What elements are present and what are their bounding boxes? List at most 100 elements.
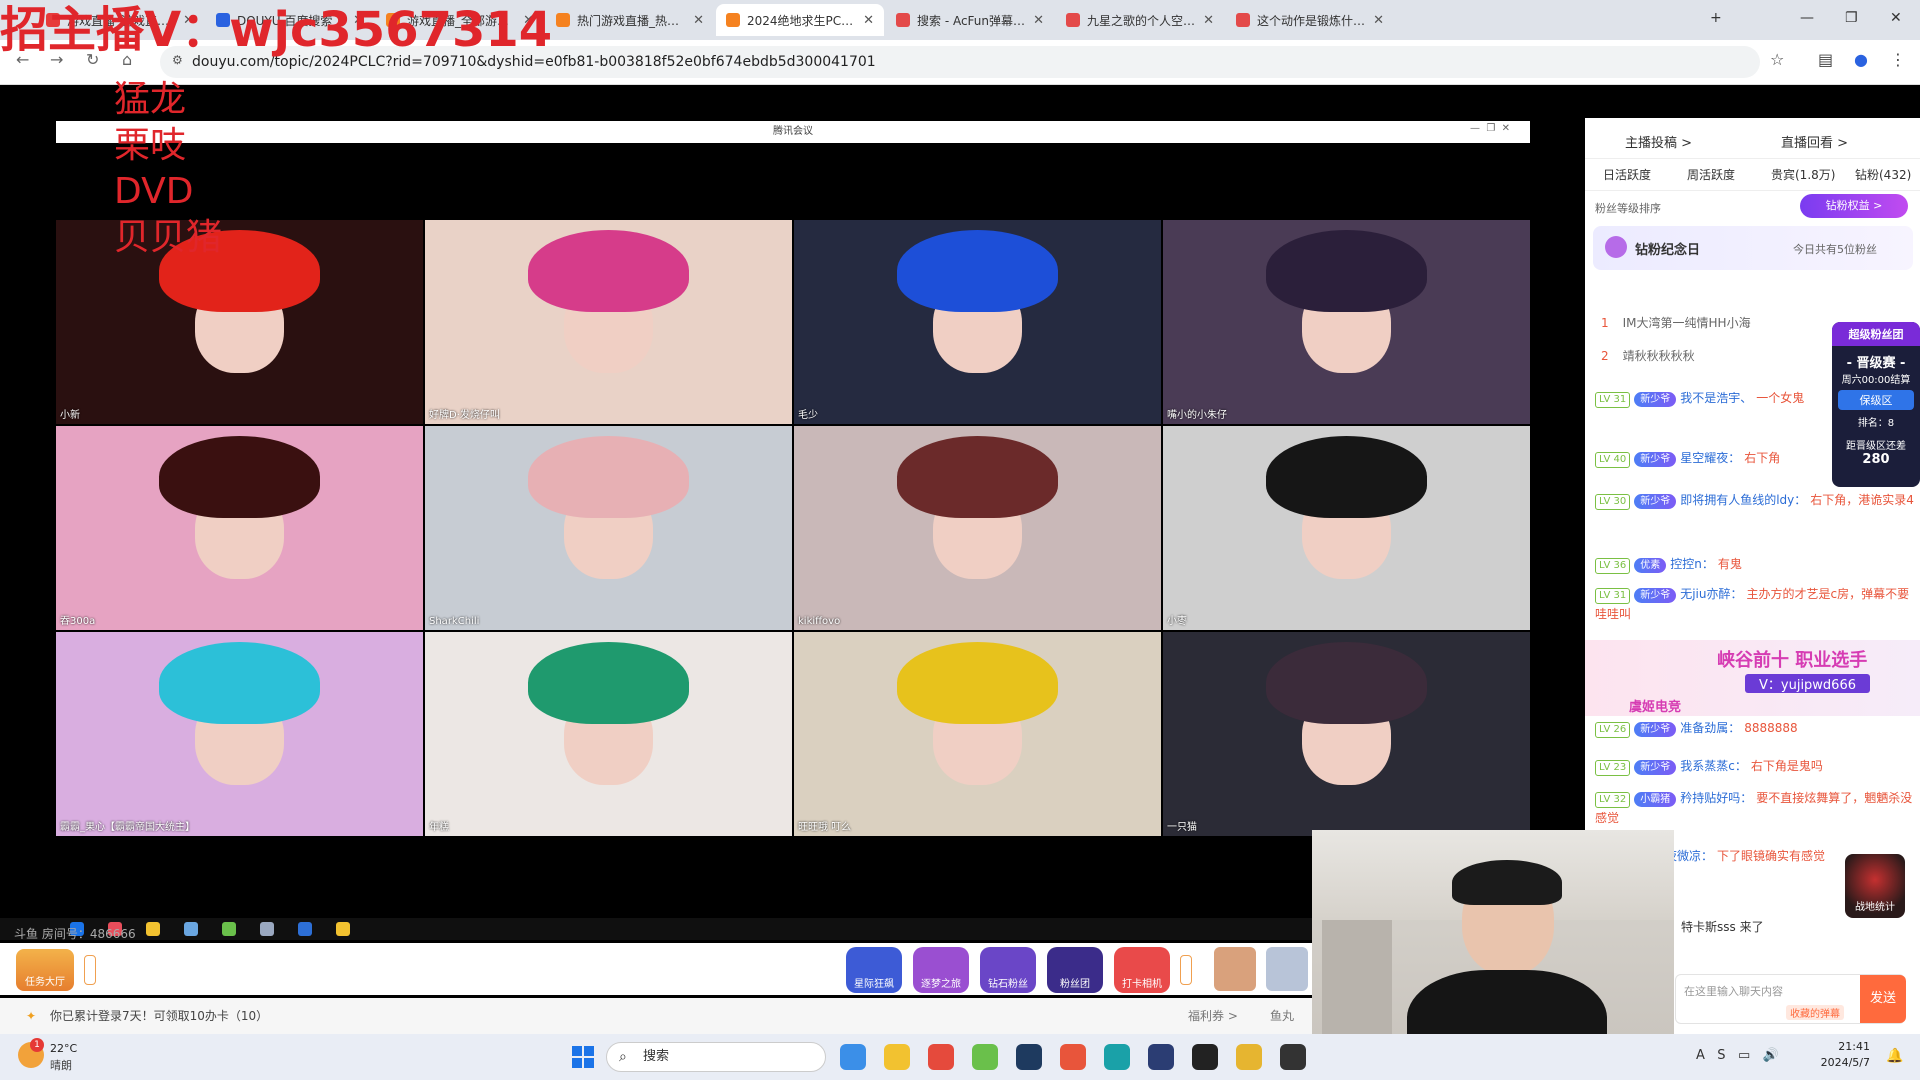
minimize-button[interactable]: —: [1800, 10, 1814, 26]
clock-date[interactable]: 2024/5/7: [1820, 1056, 1870, 1069]
tab-favicon-icon: [1066, 13, 1080, 27]
fan-badge[interactable]: 新少爷: [1634, 494, 1677, 509]
ranking-tab[interactable]: 钻粉(432): [1855, 166, 1911, 183]
arrival-message: 特卡斯sss 来了: [1681, 920, 1764, 934]
rank-card-gap: 280: [1862, 452, 1890, 467]
fan-avatar[interactable]: [1266, 947, 1308, 991]
ranking-tab[interactable]: 周活跃度: [1687, 166, 1735, 183]
taskbar-app-icon[interactable]: [972, 1044, 998, 1070]
welfare-link[interactable]: 福利券 >: [1188, 998, 1238, 1034]
overlay-name: 栗吱: [114, 125, 187, 166]
chat-username[interactable]: 即将拥有人鱼线的ldy：: [1680, 493, 1806, 507]
user-level-badge: LV 31: [1595, 392, 1631, 408]
diamond-rights-button[interactable]: 钻粉权益 >: [1800, 194, 1908, 218]
replay-link[interactable]: 直播回看 >: [1781, 132, 1848, 151]
browser-tab[interactable]: 热门游戏直播_热门游戏视... ✕: [546, 4, 714, 36]
fan-badge[interactable]: 小霸猪: [1634, 792, 1677, 807]
gift-label: 粉丝团: [1060, 979, 1090, 990]
chat-text: 右下角是鬼吗: [1750, 759, 1823, 773]
chat-username[interactable]: 我系蒸蒸c：: [1680, 759, 1747, 773]
chat-message: LV 23 新少爷 我系蒸蒸c： 右下角是鬼吗: [1595, 756, 1915, 776]
rank-row[interactable]: 2 靖秋秋秋秋秋: [1601, 347, 1695, 364]
windows-start-icon[interactable]: [572, 1046, 594, 1068]
clock-time[interactable]: 21:41: [1820, 1040, 1870, 1053]
restore-button[interactable]: ❐: [1845, 10, 1858, 26]
gift-button[interactable]: 逐梦之旅: [913, 947, 969, 993]
ranking-tab[interactable]: 日活跃度: [1603, 166, 1651, 183]
expand-handle[interactable]: [84, 955, 96, 985]
taskbar-app-icon[interactable]: [1236, 1044, 1262, 1070]
tab-title: 九星之歌的个人空间 -Ac...: [1087, 13, 1196, 28]
browser-tab[interactable]: 2024绝地求生PCL春季... ✕: [716, 4, 884, 36]
login-message: 你已累计登录7天！可领取10办卡（10）: [50, 1009, 269, 1023]
ranking-tab[interactable]: 贵宾(1.8万): [1771, 166, 1835, 183]
browser-tab[interactable]: 搜索 - AcFun弹幕视频网 ✕: [886, 4, 1054, 36]
meeting-window-controls[interactable]: — ❐ ✕: [1470, 123, 1510, 134]
stream-app-icon: [260, 922, 274, 936]
task-hall-button[interactable]: 任务大厅: [16, 949, 74, 991]
notification-bell-icon[interactable]: 🔔: [1886, 1048, 1903, 1064]
user-level-badge: LV 36: [1595, 558, 1631, 574]
new-tab-button[interactable]: +: [1710, 10, 1722, 26]
fan-avatar[interactable]: [1214, 947, 1256, 991]
battle-stats-button[interactable]: 战地统计: [1845, 854, 1905, 918]
chat-username[interactable]: 无jiu亦醉：: [1680, 587, 1742, 601]
overlay-name: 贝贝猪: [114, 217, 223, 258]
today-fan-count: 今日共有5位粉丝: [1793, 243, 1877, 256]
taskbar-app-icon[interactable]: [840, 1044, 866, 1070]
taskbar-app-icon[interactable]: [1016, 1044, 1042, 1070]
gift-expand-handle[interactable]: [1180, 955, 1192, 985]
browser-tab[interactable]: 这个动作是锻炼什么的? ✕: [1226, 4, 1394, 36]
chat-username[interactable]: 我不是浩宇、: [1680, 391, 1752, 405]
send-button[interactable]: 发送: [1860, 975, 1906, 1023]
chat-text: 下了眼镜确实有感觉: [1717, 849, 1826, 863]
taskbar-app-icon[interactable]: [1060, 1044, 1086, 1070]
fan-badge[interactable]: 新少爷: [1634, 760, 1677, 775]
taskbar-app-icon[interactable]: [928, 1044, 954, 1070]
tab-close-icon[interactable]: ✕: [1033, 13, 1044, 28]
chat-username[interactable]: 控控n：: [1670, 557, 1714, 571]
tray-icons[interactable]: A S ▭ 🔊: [1696, 1048, 1779, 1063]
taskbar-app-icon[interactable]: [1280, 1044, 1306, 1070]
close-window-button[interactable]: ✕: [1890, 10, 1902, 26]
tab-close-icon[interactable]: ✕: [1373, 13, 1384, 28]
saved-barrage-button[interactable]: 收藏的弹幕: [1786, 1005, 1844, 1020]
fan-badge[interactable]: 优素: [1634, 558, 1667, 573]
taskbar-app-icon[interactable]: [1148, 1044, 1174, 1070]
fan-badge[interactable]: 新少爷: [1634, 452, 1677, 467]
gift-button[interactable]: 打卡相机: [1114, 947, 1170, 993]
overlay-name: 猛龙: [114, 79, 187, 120]
fan-badge[interactable]: 新少爷: [1634, 722, 1677, 737]
user-level-badge: LV 40: [1595, 452, 1631, 468]
overlay-name: DVD: [114, 171, 194, 212]
participant-hair: [527, 642, 690, 724]
taskbar-app-icon[interactable]: [1192, 1044, 1218, 1070]
participant-name: 小枣: [1167, 616, 1187, 627]
menu-icon[interactable]: ⋮: [1890, 50, 1906, 69]
gift-button[interactable]: 粉丝团: [1047, 947, 1103, 993]
rank-row[interactable]: 1 IM大湾第一纯情HH小海: [1601, 314, 1751, 331]
profile-icon[interactable]: ●: [1854, 50, 1868, 69]
ad-banner[interactable]: 峡谷前十 职业选手 V：yujipwd666 虞姬电竞: [1585, 640, 1920, 716]
taskbar-app-icon[interactable]: [884, 1044, 910, 1070]
browser-tab[interactable]: 九星之歌的个人空间 -Ac... ✕: [1056, 4, 1224, 36]
gift-button[interactable]: 钻石粉丝: [980, 947, 1036, 993]
chat-input-box[interactable]: 在这里输入聊天内容 收藏的弹幕 发送: [1675, 974, 1906, 1024]
taskbar-search[interactable]: ⌕ 搜索: [606, 1042, 826, 1072]
tab-close-icon[interactable]: ✕: [1203, 13, 1214, 28]
super-fan-rank-card[interactable]: 超级粉丝团 - 晋级赛 - 周六00:00结算 保级区 排名：8 距晋级区还差 …: [1832, 322, 1920, 487]
fan-badge[interactable]: 新少爷: [1634, 392, 1677, 407]
bookmark-star-icon[interactable]: ☆: [1770, 50, 1784, 69]
tab-close-icon[interactable]: ✕: [693, 13, 704, 28]
anchor-submit-link[interactable]: 主播投稿 >: [1625, 132, 1692, 151]
gift-button[interactable]: 星际狂飙: [846, 947, 902, 993]
chat-username[interactable]: 矜持贴好吗：: [1680, 791, 1752, 805]
chat-username[interactable]: 星空耀夜：: [1680, 451, 1740, 465]
fan-badge[interactable]: 新少爷: [1634, 588, 1677, 603]
tab-close-icon[interactable]: ✕: [863, 13, 874, 28]
fan-sort-label[interactable]: 粉丝等级排序: [1595, 200, 1661, 216]
taskbar-app-icon[interactable]: [1104, 1044, 1130, 1070]
extensions-icon[interactable]: ▤: [1818, 50, 1833, 69]
chat-username[interactable]: 准备劲属：: [1680, 721, 1740, 735]
participant-tile: 吞300a: [56, 426, 423, 630]
